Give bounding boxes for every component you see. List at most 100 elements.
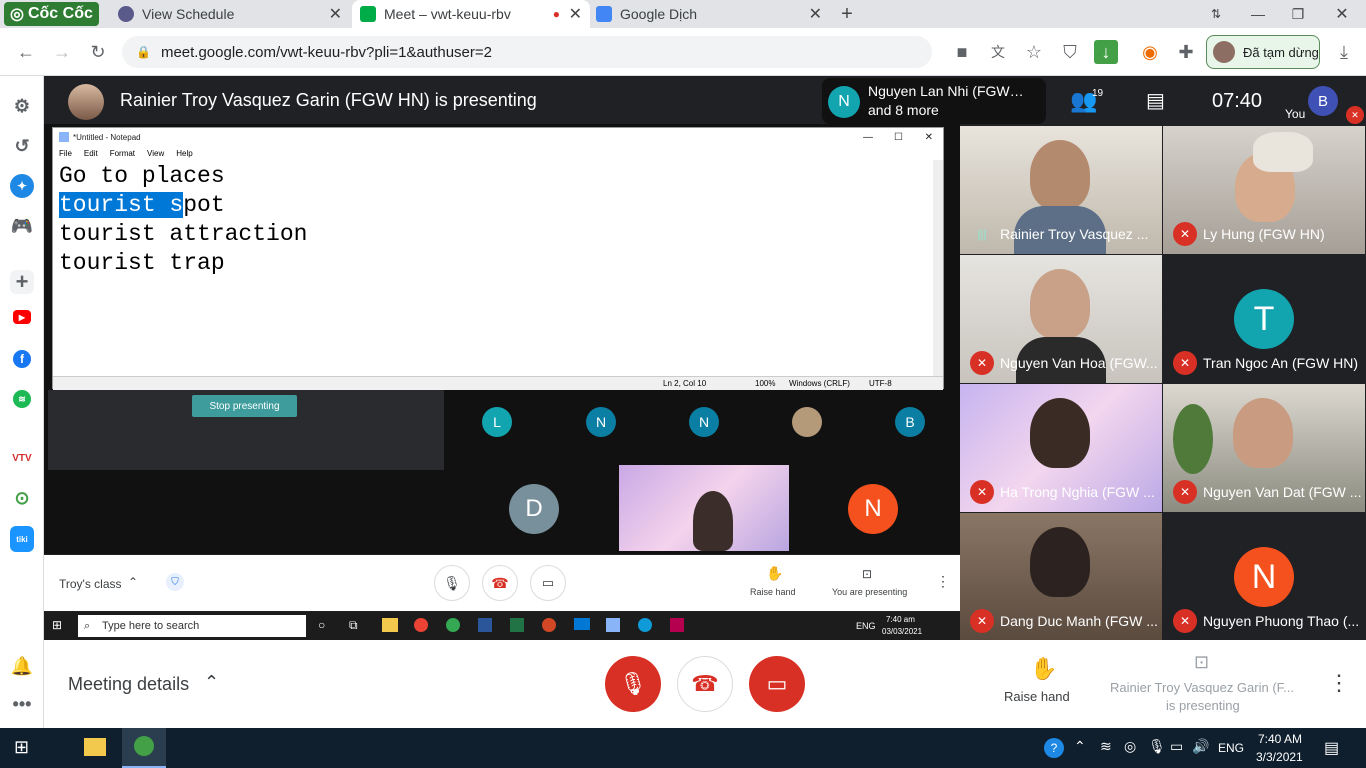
coccoc-logo[interactable]: ◎ Cốc Cốc [4, 2, 99, 26]
notepad-menubar: File Edit Format View Help [53, 146, 943, 160]
more-options-icon[interactable]: ⋮ [1328, 670, 1350, 696]
participant-tile[interactable]: ✕ Ha Trong Nghia (FGW ... [960, 384, 1162, 512]
np-menu-file: File [59, 148, 72, 158]
tab-search-icon[interactable]: ⇅ [1206, 4, 1226, 24]
raise-hand-icon[interactable]: ✋ [1030, 656, 1057, 682]
inner-taskbar-search: ⌕ Type here to search [78, 615, 306, 637]
coccoc-ext-icon[interactable]: ◉ [1138, 40, 1162, 64]
youtube-icon[interactable]: ▶ [13, 310, 31, 324]
participant-tile[interactable]: ✕ Nguyen Van Dat (FGW ... [1163, 384, 1365, 512]
vtv-go-icon[interactable]: VTV [10, 446, 34, 470]
inner-video-tile [619, 465, 789, 551]
messenger-icon[interactable]: ✦ [10, 174, 34, 198]
minimize-button[interactable]: — [1248, 4, 1268, 24]
tab-view-schedule[interactable]: View Schedule ✕ [110, 0, 350, 28]
inner-cortana-icon: ○ [318, 618, 326, 632]
participant-tile[interactable]: N ✕ Nguyen Phuong Thao (... [1163, 513, 1365, 641]
profile-paused-button[interactable]: Đã tạm dừng [1206, 35, 1320, 69]
tab-google-translate[interactable]: Google Dịch ✕ [592, 0, 830, 28]
more-dots-icon[interactable]: ••• [10, 692, 34, 716]
inner-shield-icon: ⛉ [166, 573, 184, 591]
reload-icon[interactable]: ↻ [86, 40, 110, 64]
inner-clock-date: 03/03/2021 [882, 627, 923, 636]
close-window-button[interactable]: ✕ [1332, 4, 1352, 24]
plant-video [1173, 404, 1213, 474]
tab-meet[interactable]: Meet – vwt-keuu-rbv ● ✕ [352, 0, 590, 28]
security-icon[interactable]: ◎ [1124, 738, 1136, 755]
downloads-icon[interactable]: ⤓ [1332, 40, 1356, 64]
badge-avatar: N [828, 86, 860, 118]
forward-icon[interactable]: → [50, 40, 74, 64]
address-bar[interactable]: 🔒 meet.google.com/vwt-keuu-rbv?pli=1&aut… [122, 36, 932, 68]
notepad-statusbar: Ln 2, Col 10 100% Windows (CRLF) UTF-8 [53, 376, 943, 390]
file-explorer-icon[interactable] [84, 738, 106, 756]
coccoc-taskbar-icon [134, 736, 154, 756]
schedule-favicon-icon [118, 6, 134, 22]
download-ext-icon[interactable]: ↓ [1094, 40, 1118, 64]
coccoc-map-icon[interactable]: ⊙ [10, 486, 34, 510]
inner-taskview-icon: ⧉ [349, 618, 358, 632]
inner-presenting-label: You are presenting [832, 587, 908, 597]
inner-powerpoint-icon [542, 618, 556, 632]
battery-icon[interactable]: ▭ [1170, 738, 1183, 755]
meeting-details-label[interactable]: Meeting details [68, 674, 189, 695]
text-line: Go to places [59, 163, 225, 189]
np-menu-edit: Edit [83, 148, 98, 158]
bookmark-star-icon[interactable]: ☆ [1022, 40, 1046, 64]
back-icon[interactable]: ← [14, 40, 38, 64]
np-menu-format: Format [109, 148, 136, 158]
camera-icon[interactable]: ■ [950, 40, 974, 64]
participant-video [1030, 398, 1090, 468]
close-tab-icon[interactable]: ✕ [569, 4, 582, 24]
raise-hand-label[interactable]: Raise hand [1004, 689, 1070, 704]
add-app-icon[interactable]: + [10, 269, 34, 294]
participant-tile[interactable]: ||| Rainier Troy Vasquez ... [960, 126, 1162, 254]
extensions-icon[interactable]: ✚ [1174, 40, 1198, 64]
self-label: You [1285, 107, 1306, 121]
game-icon[interactable]: 🎮 [10, 214, 34, 238]
badge-text: Nguyen Lan Nhi (FGW… and 8 more [868, 83, 1024, 118]
chevron-up-icon[interactable]: ⌃ [204, 672, 219, 693]
inner-clock-time: 7:40 am [886, 615, 915, 624]
np-close-icon: ✕ [924, 131, 933, 143]
close-tab-icon[interactable]: ✕ [329, 4, 342, 24]
facebook-icon[interactable]: f [13, 350, 31, 368]
restore-button[interactable]: ❐ [1288, 4, 1308, 24]
tray-lang[interactable]: ENG [1218, 741, 1244, 755]
shield-icon[interactable]: ⛉ [1058, 40, 1082, 64]
wifi-icon[interactable]: ≋ [1100, 738, 1112, 755]
leave-call-button[interactable]: ☎ [677, 656, 733, 712]
history-icon[interactable]: ↺ [10, 134, 34, 158]
tray-mic-icon[interactable]: 🎙 [1148, 738, 1166, 755]
np-zoom: 100% [755, 379, 776, 388]
spotify-icon[interactable]: ≋ [13, 390, 31, 408]
notifications-bell-icon[interactable]: 🔔 [10, 654, 34, 678]
tray-chevron-icon[interactable]: ⌃ [1074, 738, 1086, 755]
participant-tile[interactable]: T ✕ Tran Ngoc An (FGW HN) [1163, 255, 1365, 383]
volume-icon[interactable]: 🔊 [1192, 738, 1209, 755]
inner-mail-icon [574, 618, 590, 630]
translate-icon[interactable]: 文 [986, 40, 1010, 64]
inner-lang: ENG [856, 621, 876, 631]
settings-gear-icon[interactable]: ⚙ [10, 94, 34, 118]
participant-tile[interactable]: ✕ Dang Duc Manh (FGW ... [960, 513, 1162, 641]
mini-avatar-photo [792, 407, 822, 437]
tray-time[interactable]: 7:40 AM [1258, 732, 1302, 746]
new-tab-button[interactable]: + [836, 2, 858, 26]
chat-icon[interactable]: ▤ [1146, 88, 1165, 113]
inner-more-icon: ⋮ [936, 573, 950, 589]
help-icon[interactable]: ? [1044, 738, 1064, 758]
speaking-indicator-icon: ||| [977, 227, 987, 241]
participant-tile[interactable]: ✕ Ly Hung (FGW HN) [1163, 126, 1365, 254]
tray-date[interactable]: 3/3/2021 [1256, 750, 1303, 764]
mic-toggle-button[interactable]: 🎙 [605, 656, 661, 712]
camera-toggle-button[interactable]: ▭ [749, 656, 805, 712]
action-center-icon[interactable]: ▤ [1324, 738, 1339, 758]
tiki-icon[interactable]: tiki [10, 526, 34, 552]
self-muted-icon: ✕ [1346, 106, 1364, 124]
translate-favicon-icon [596, 6, 612, 22]
close-tab-icon[interactable]: ✕ [809, 4, 822, 24]
windows-start-icon[interactable]: ⊞ [14, 737, 29, 758]
inner-coccoc-icon [446, 618, 460, 632]
participant-tile[interactable]: ✕ Nguyen Van Hoa (FGW... [960, 255, 1162, 383]
